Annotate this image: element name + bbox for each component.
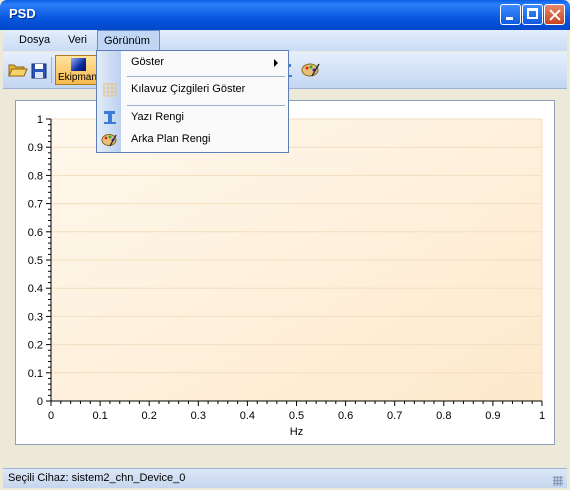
x-tick-label: 0.8: [436, 410, 451, 422]
menu-item-label: Kılavuz Çizgileri Göster: [131, 83, 246, 95]
menu-item-background-color[interactable]: Arka Plan Rengi: [97, 129, 288, 151]
text-color-icon: [104, 111, 116, 124]
window-title: PSD: [9, 6, 36, 21]
y-tick-label: 0.7: [28, 199, 43, 211]
x-tick-label: 0.6: [338, 410, 353, 422]
save-icon: [31, 63, 47, 79]
background-color-toolbar-button[interactable]: [300, 56, 322, 82]
status-bar: Seçili Cihaz: sistem2_chn_Device_0: [3, 468, 567, 488]
palette-icon: [101, 134, 117, 147]
x-axis-label: Hz: [290, 426, 303, 438]
x-tick-label: 0.7: [387, 410, 402, 422]
submenu-arrow-icon: [274, 59, 278, 67]
open-folder-icon: [8, 64, 28, 77]
x-tick-label: 0: [48, 410, 54, 422]
x-tick-label: 0.1: [92, 410, 107, 422]
open-button[interactable]: [6, 56, 28, 82]
maximize-button[interactable]: [522, 4, 543, 25]
maximize-icon: [527, 8, 538, 19]
menu-separator: [127, 76, 285, 77]
equipment-label: Ekipman: [58, 72, 97, 83]
y-tick-label: 0.6: [28, 227, 43, 239]
menu-item-show-grid[interactable]: Kılavuz Çizgileri Göster: [97, 79, 288, 101]
menu-gorunum[interactable]: Görünüm: [97, 30, 160, 50]
grid-icon: [103, 83, 117, 97]
x-tick-label: 0.3: [191, 410, 206, 422]
menu-item-text-color[interactable]: Yazı Rengi: [97, 107, 288, 129]
menu-dosya[interactable]: Dosya: [13, 30, 56, 50]
menu-item-label: Göster: [131, 56, 165, 68]
y-tick-label: 0.1: [28, 368, 43, 380]
save-button[interactable]: [29, 56, 51, 82]
x-tick-label: 0.2: [142, 410, 157, 422]
y-tick-label: 0.5: [28, 255, 43, 267]
close-button[interactable]: [544, 4, 565, 25]
x-tick-label: 1: [539, 410, 545, 422]
y-tick-label: 0.2: [28, 340, 43, 352]
gorunum-dropdown-menu: Göster Kılavuz Çizgileri Göster Yazı Ren…: [96, 50, 289, 153]
equipment-icon: [71, 58, 86, 71]
main-window: PSD Dosya Veri Görünüm Ekipman 0 0.1 0.2…: [0, 0, 570, 490]
y-tick-label: 0.4: [28, 283, 43, 295]
menu-item-label: Yazı Rengi: [131, 111, 184, 123]
y-tick-label: 1: [37, 114, 43, 126]
menu-item-label: Arka Plan Rengi: [131, 133, 211, 145]
x-tick-label: 0.5: [289, 410, 304, 422]
x-tick-label: 0.4: [240, 410, 255, 422]
status-text: Seçili Cihaz: sistem2_chn_Device_0: [8, 472, 186, 484]
menu-veri[interactable]: Veri: [62, 30, 93, 50]
resize-grip[interactable]: [553, 476, 563, 486]
equipment-button[interactable]: Ekipman: [55, 55, 101, 85]
y-tick-label: 0.9: [28, 142, 43, 154]
y-tick-label: 0: [37, 396, 43, 408]
y-tick-label: 0.8: [28, 170, 43, 182]
menu-item-goster[interactable]: Göster: [97, 52, 288, 74]
y-tick-label: 0.3: [28, 311, 43, 323]
menu-bar: Dosya Veri Görünüm: [3, 30, 567, 51]
palette-icon: [301, 63, 320, 77]
x-tick-label: 0.9: [485, 410, 500, 422]
minimize-icon: [506, 17, 513, 20]
title-bar[interactable]: PSD: [0, 0, 570, 30]
minimize-button[interactable]: [500, 4, 521, 25]
menu-separator: [127, 105, 285, 106]
toolbar-separator: [51, 57, 52, 83]
